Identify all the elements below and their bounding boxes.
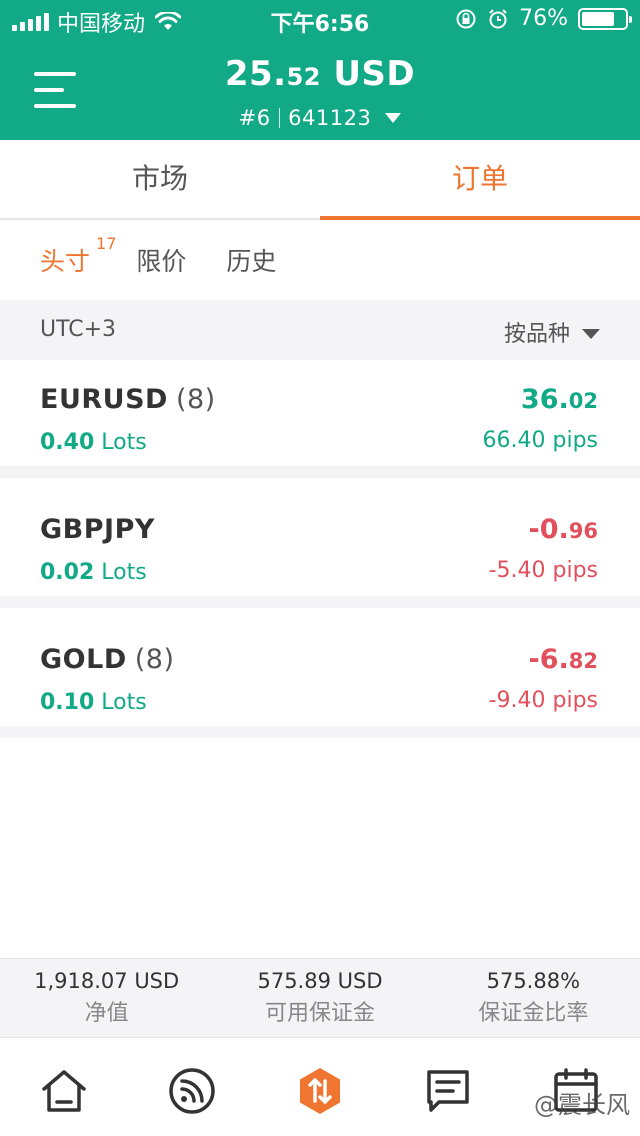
main-tabs: 市场 订单 — [0, 140, 640, 220]
status-right: 76% — [455, 6, 632, 31]
subtab-positions[interactable]: 头寸17 — [40, 234, 116, 278]
rotation-lock-icon — [456, 9, 476, 28]
position-row[interactable]: EURUSD (8) 0.40 Lots 36.02 66.40 pips — [0, 360, 640, 478]
position-lots: 0.02 Lots — [40, 560, 147, 585]
balance-integer: 25. — [224, 54, 287, 94]
positions-count-badge: 17 — [96, 233, 117, 253]
profit-integer: 36. — [520, 384, 569, 415]
position-symbol: GBPJPY — [40, 514, 163, 545]
symbol-name: EURUSD — [40, 384, 168, 415]
account-selector[interactable]: #6 641123 — [0, 106, 640, 130]
feed-icon[interactable] — [167, 1066, 217, 1116]
position-profit: -6.82 — [529, 644, 598, 675]
profit-decimals: 96 — [568, 519, 598, 543]
equity-value: 1,918.07 USD — [34, 969, 180, 993]
trade-icon[interactable] — [295, 1066, 345, 1116]
sort-label: 按品种 — [503, 322, 570, 347]
subtab-positions-label: 头寸 — [40, 247, 91, 276]
alarm-icon — [489, 8, 507, 28]
chevron-down-icon — [385, 113, 402, 123]
profit-integer: -6. — [528, 644, 569, 675]
margin-level-value: 575.88% — [486, 969, 581, 993]
position-symbol: GOLD (8) — [40, 644, 174, 675]
subtab-pending[interactable]: 限价 — [136, 242, 186, 278]
filter-bar: UTC+3 按品种 — [0, 300, 640, 360]
position-lots: 0.10 Lots — [40, 690, 147, 715]
position-lots: 0.40 Lots — [40, 430, 147, 455]
order-subtabs: 头寸17 限价 历史 — [40, 234, 316, 284]
divider — [278, 108, 281, 128]
position-profit: -0.96 — [529, 514, 598, 545]
margin-level-cell: 575.88% 保证金比率 — [427, 959, 640, 1037]
battery-fill — [582, 11, 614, 26]
battery-icon — [578, 7, 632, 30]
lots-unit: Lots — [94, 690, 147, 715]
free-margin-cell: 575.89 USD 可用保证金 — [213, 959, 426, 1037]
free-margin-value: 575.89 USD — [257, 969, 383, 993]
trade-count: (8) — [134, 644, 175, 675]
balance-decimals: 52 — [286, 63, 321, 91]
margin-level-label: 保证金比率 — [478, 1001, 589, 1026]
news-icon[interactable] — [423, 1066, 473, 1116]
position-profit: 36.02 — [521, 384, 598, 415]
account-summary: 1,918.07 USD 净值 575.89 USD 可用保证金 575.88%… — [0, 958, 640, 1038]
equity-label: 净值 — [84, 1001, 129, 1026]
lots-unit: Lots — [94, 430, 147, 455]
timezone-label: UTC+3 — [40, 317, 117, 342]
watermark: @震长风 — [534, 1091, 630, 1119]
position-pips: 66.40 pips — [482, 428, 598, 453]
lots-value: 0.10 — [40, 690, 95, 715]
lots-value: 0.02 — [40, 560, 95, 585]
account-balance: 25.52 USD — [0, 54, 640, 94]
subtab-history[interactable]: 历史 — [226, 242, 276, 278]
status-bar: 中国移动 下午6:56 76% — [0, 0, 640, 40]
profit-decimals: 02 — [568, 389, 598, 413]
free-margin-label: 可用保证金 — [264, 1001, 375, 1026]
account-number: 641123 — [288, 106, 372, 130]
trade-count: (8) — [175, 384, 216, 415]
symbol-name: GOLD — [40, 644, 127, 675]
position-symbol: EURUSD (8) — [40, 384, 216, 415]
position-row[interactable]: GOLD (8) 0.10 Lots -6.82 -9.40 pips — [0, 620, 640, 738]
battery-percent: 76% — [519, 6, 568, 31]
symbol-name: GBPJPY — [40, 514, 155, 545]
home-icon[interactable] — [39, 1066, 89, 1116]
sort-dropdown[interactable]: 按品种 — [504, 316, 600, 348]
tab-market[interactable]: 市场 — [0, 140, 320, 218]
account-index: #6 — [238, 106, 271, 130]
position-row[interactable]: GBPJPY 0.02 Lots -0.96 -5.40 pips — [0, 490, 640, 608]
tab-orders[interactable]: 订单 — [320, 140, 640, 220]
app-header: 中国移动 下午6:56 76% 25.52 USD #6 641123 — [0, 0, 640, 140]
profit-integer: -0. — [528, 514, 569, 545]
lots-value: 0.40 — [40, 430, 95, 455]
equity-cell: 1,918.07 USD 净值 — [0, 959, 213, 1037]
caret-down-icon — [582, 329, 600, 339]
balance-currency: USD — [320, 54, 416, 94]
position-pips: -5.40 pips — [488, 558, 598, 583]
position-pips: -9.40 pips — [488, 688, 598, 713]
lots-unit: Lots — [94, 560, 147, 585]
profit-decimals: 82 — [568, 649, 598, 673]
